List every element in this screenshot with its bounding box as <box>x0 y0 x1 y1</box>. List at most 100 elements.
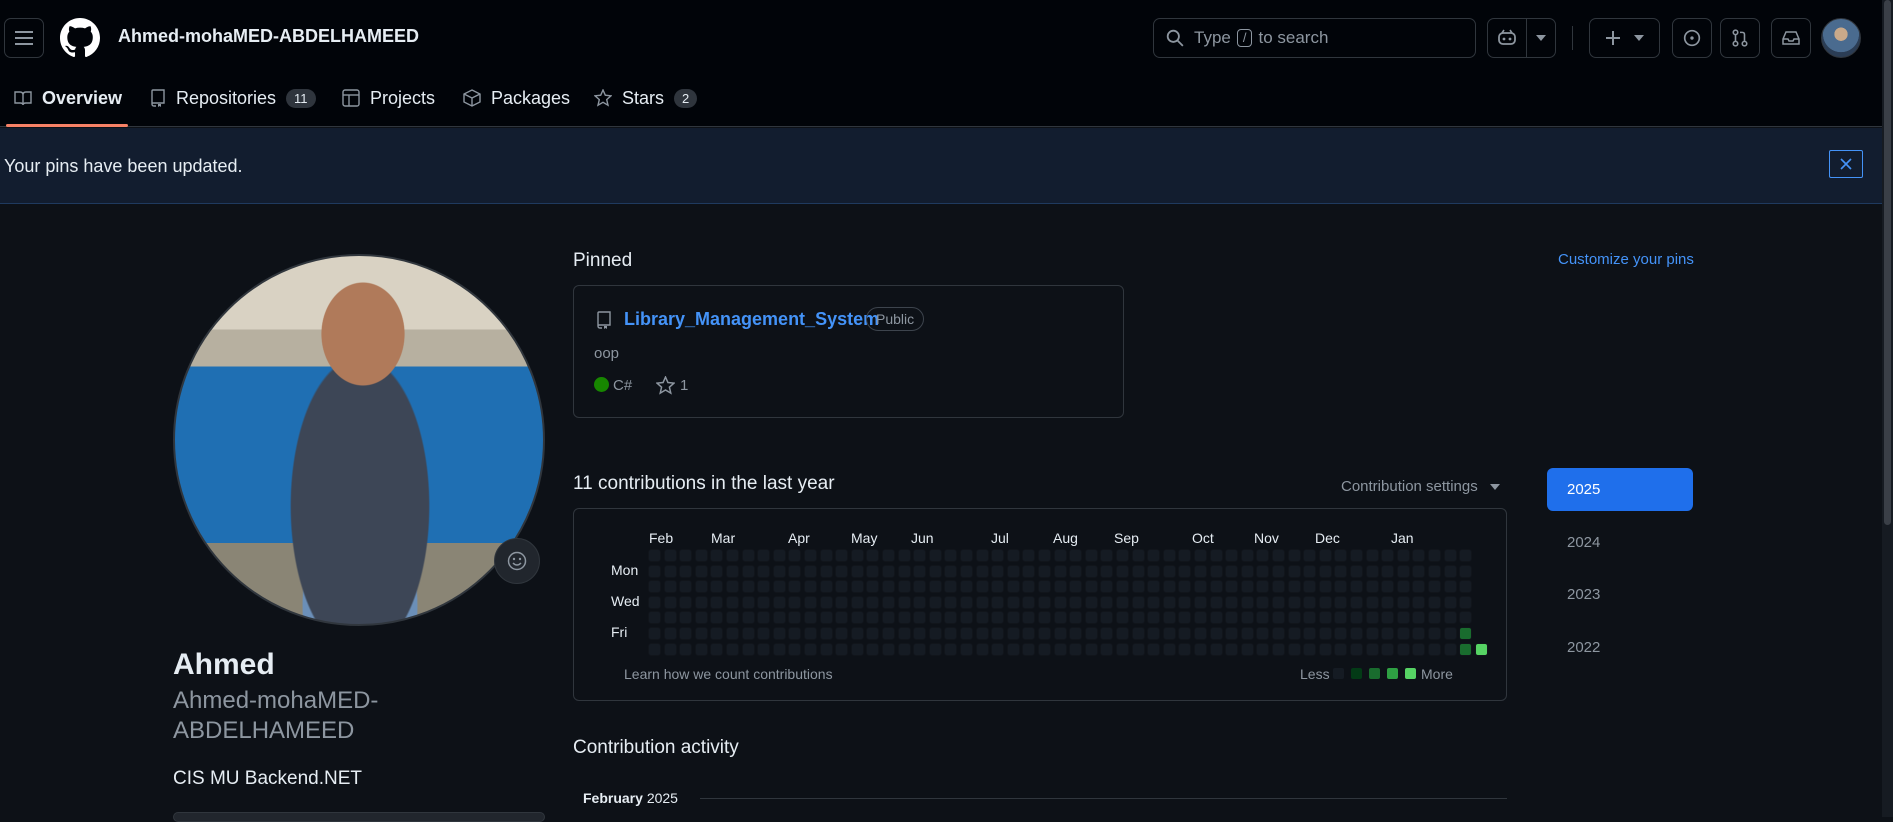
contribution-day-cell[interactable] <box>898 596 910 608</box>
contribution-day-cell[interactable] <box>1257 565 1269 577</box>
contribution-day-cell[interactable] <box>945 550 957 561</box>
contribution-day-cell[interactable] <box>1163 612 1175 624</box>
contribution-day-cell[interactable] <box>1210 596 1222 608</box>
contribution-day-cell[interactable] <box>929 612 941 624</box>
contribution-day-cell[interactable] <box>992 581 1004 593</box>
contribution-day-cell[interactable] <box>711 596 723 608</box>
contribution-day-cell[interactable] <box>1085 550 1097 561</box>
contribution-day-cell[interactable] <box>1351 596 1362 608</box>
contribution-day-cell[interactable] <box>1179 550 1191 561</box>
contribution-day-cell[interactable] <box>976 581 988 593</box>
contribution-day-cell[interactable] <box>789 581 801 593</box>
user-avatar-menu[interactable] <box>1821 18 1861 58</box>
contribution-day-cell[interactable] <box>1195 550 1206 561</box>
contribution-day-cell[interactable] <box>1429 581 1440 593</box>
contribution-day-cell[interactable] <box>1148 612 1160 624</box>
contribution-day-cell[interactable] <box>789 565 801 577</box>
contribution-day-cell[interactable] <box>1460 628 1472 639</box>
tab-packages[interactable]: Packages <box>463 84 570 112</box>
contribution-day-cell[interactable] <box>1023 550 1035 561</box>
contribution-day-cell[interactable] <box>1070 596 1082 608</box>
customize-pins-link[interactable]: Customize your pins <box>1558 251 1694 268</box>
contribution-day-cell[interactable] <box>1039 643 1050 655</box>
contribution-day-cell[interactable] <box>1085 596 1097 608</box>
contribution-day-cell[interactable] <box>1444 643 1456 655</box>
contribution-day-cell[interactable] <box>1117 565 1128 577</box>
contribution-day-cell[interactable] <box>773 643 785 655</box>
contribution-day-cell[interactable] <box>883 612 894 624</box>
contribution-day-cell[interactable] <box>1288 596 1300 608</box>
contribution-day-cell[interactable] <box>867 612 879 624</box>
contribution-day-cell[interactable] <box>1273 643 1284 655</box>
contribution-day-cell[interactable] <box>680 581 692 593</box>
contribution-day-cell[interactable] <box>1226 565 1238 577</box>
contribution-day-cell[interactable] <box>867 550 879 561</box>
contribution-day-cell[interactable] <box>742 550 754 561</box>
contribution-day-cell[interactable] <box>1335 612 1347 624</box>
menu-button[interactable] <box>4 18 44 58</box>
contribution-day-cell[interactable] <box>1007 643 1019 655</box>
contribution-day-cell[interactable] <box>820 565 832 577</box>
contribution-day-cell[interactable] <box>1366 628 1378 639</box>
contribution-day-cell[interactable] <box>1460 581 1472 593</box>
contribution-day-cell[interactable] <box>773 628 785 639</box>
contribution-day-cell[interactable] <box>1257 643 1269 655</box>
contribution-day-cell[interactable] <box>961 565 972 577</box>
issues-button[interactable] <box>1672 18 1712 58</box>
contribution-day-cell[interactable] <box>742 612 754 624</box>
contribution-day-cell[interactable] <box>1304 596 1316 608</box>
profile-avatar[interactable] <box>173 254 545 626</box>
contribution-day-cell[interactable] <box>929 643 941 655</box>
contribution-day-cell[interactable] <box>1335 643 1347 655</box>
contribution-day-cell[interactable] <box>680 550 692 561</box>
scrollbar-thumb[interactable] <box>1884 0 1891 525</box>
contribution-day-cell[interactable] <box>1039 612 1050 624</box>
contribution-day-cell[interactable] <box>1304 643 1316 655</box>
contribution-day-cell[interactable] <box>1241 612 1253 624</box>
contribution-day-cell[interactable] <box>992 550 1004 561</box>
contribution-day-cell[interactable] <box>867 565 879 577</box>
tab-stars[interactable]: Stars 2 <box>594 84 698 112</box>
contribution-day-cell[interactable] <box>649 581 660 593</box>
copilot-button[interactable] <box>1487 18 1527 58</box>
contribution-day-cell[interactable] <box>851 596 863 608</box>
contribution-day-cell[interactable] <box>1413 581 1425 593</box>
set-status-button[interactable] <box>494 538 540 584</box>
year-button-2023[interactable]: 2023 <box>1547 573 1693 616</box>
contribution-day-cell[interactable] <box>1304 581 1316 593</box>
contribution-day-cell[interactable] <box>1429 612 1440 624</box>
contribution-day-cell[interactable] <box>664 612 676 624</box>
contribution-day-cell[interactable] <box>992 628 1004 639</box>
contribution-day-cell[interactable] <box>1132 581 1144 593</box>
contribution-day-cell[interactable] <box>1319 628 1331 639</box>
contribution-day-cell[interactable] <box>727 550 738 561</box>
contribution-day-cell[interactable] <box>1241 643 1253 655</box>
contribution-day-cell[interactable] <box>1007 581 1019 593</box>
contribution-day-cell[interactable] <box>695 643 707 655</box>
contribution-day-cell[interactable] <box>805 612 816 624</box>
contribution-day-cell[interactable] <box>1241 596 1253 608</box>
year-button-2022[interactable]: 2022 <box>1547 626 1693 669</box>
contribution-day-cell[interactable] <box>758 550 770 561</box>
contribution-day-cell[interactable] <box>1288 628 1300 639</box>
contribution-day-cell[interactable] <box>742 628 754 639</box>
contribution-day-cell[interactable] <box>945 643 957 655</box>
contribution-day-cell[interactable] <box>1132 643 1144 655</box>
contribution-day-cell[interactable] <box>1273 581 1284 593</box>
contribution-day-cell[interactable] <box>649 628 660 639</box>
contribution-day-cell[interactable] <box>1413 628 1425 639</box>
contribution-day-cell[interactable] <box>1413 612 1425 624</box>
contribution-day-cell[interactable] <box>1241 581 1253 593</box>
contribution-day-cell[interactable] <box>1288 565 1300 577</box>
contribution-day-cell[interactable] <box>914 596 926 608</box>
pinned-repo-link[interactable]: Library_Management_System <box>624 309 879 330</box>
contribution-day-cell[interactable] <box>883 596 894 608</box>
contribution-day-cell[interactable] <box>1475 643 1487 655</box>
pull-requests-button[interactable] <box>1720 18 1760 58</box>
contribution-day-cell[interactable] <box>1288 581 1300 593</box>
flash-close-button[interactable] <box>1829 150 1863 178</box>
contribution-day-cell[interactable] <box>961 628 972 639</box>
contribution-day-cell[interactable] <box>695 596 707 608</box>
contribution-day-cell[interactable] <box>805 643 816 655</box>
contribution-day-cell[interactable] <box>1070 550 1082 561</box>
